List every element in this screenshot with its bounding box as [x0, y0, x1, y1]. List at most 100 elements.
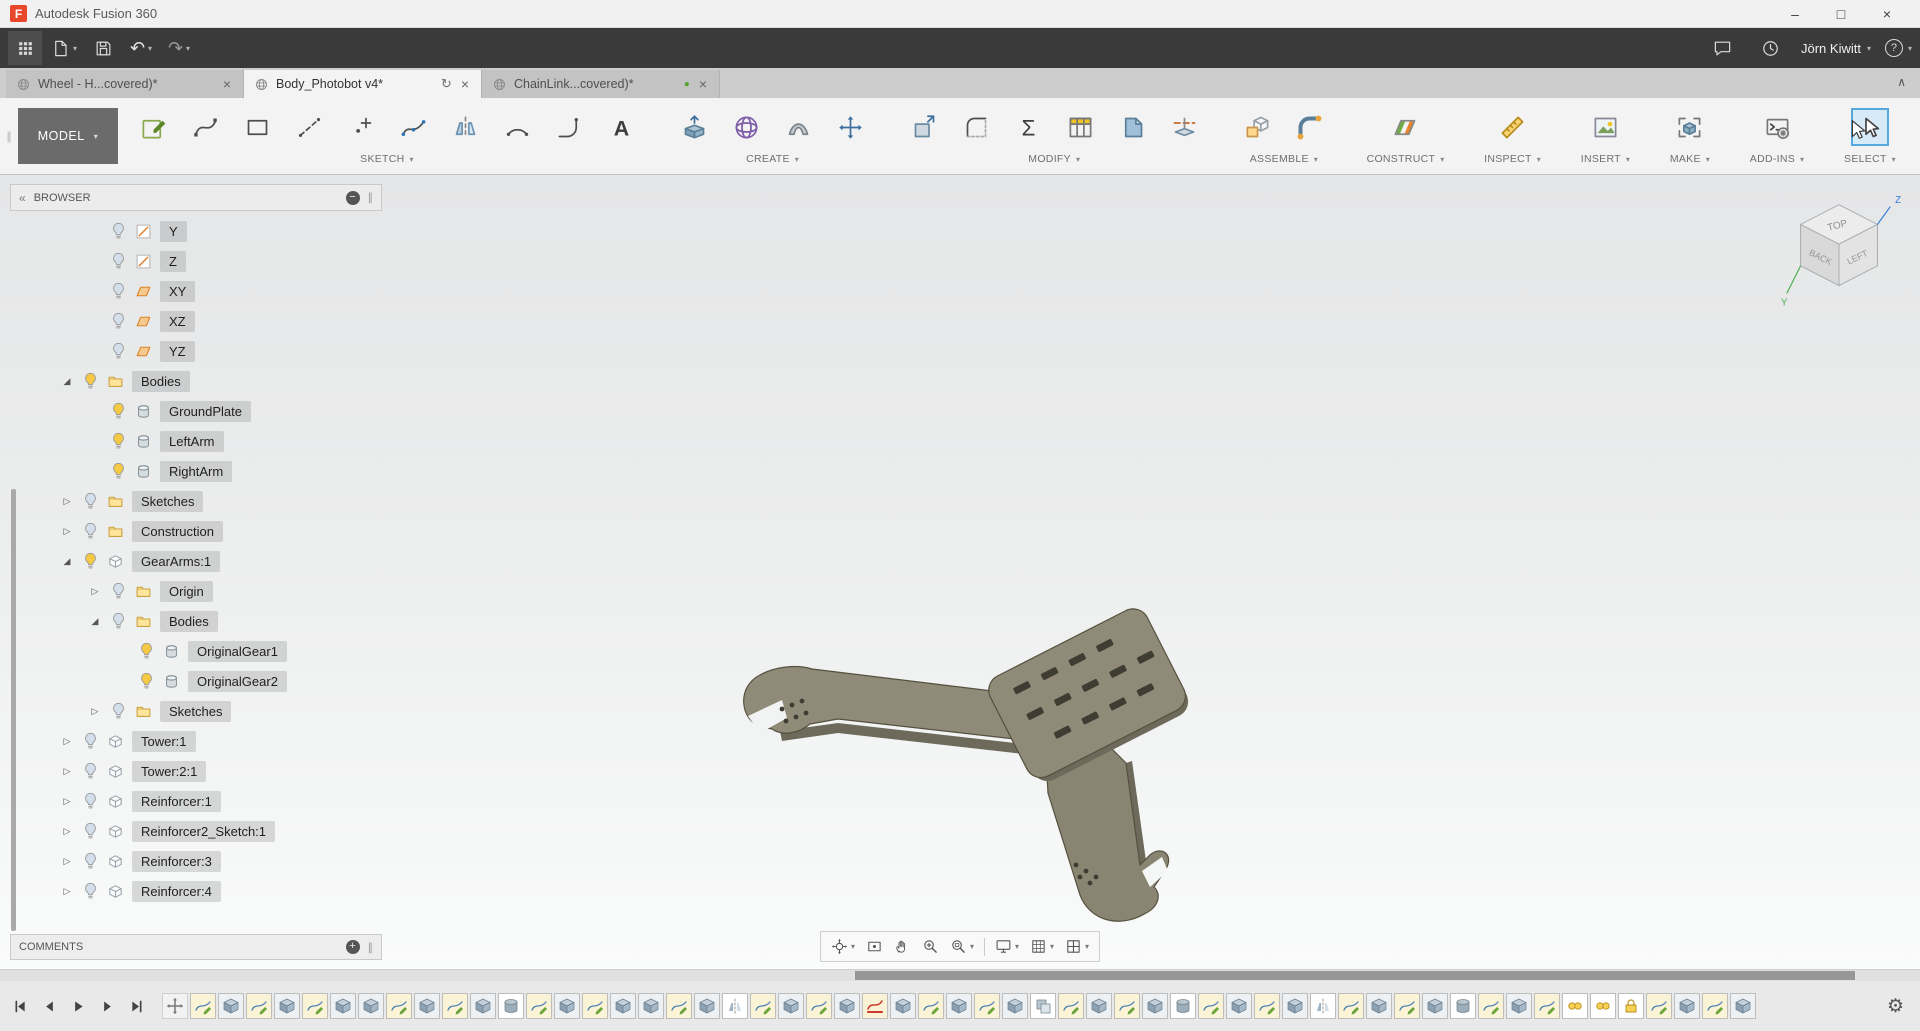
addins-scripts-button[interactable]	[1760, 110, 1794, 144]
file-button[interactable]: ▾	[46, 31, 82, 65]
visibility-bulb-icon[interactable]	[106, 312, 130, 330]
tree-row[interactable]: ▷ Reinforcer2_Sketch:1	[22, 816, 382, 846]
assemble-joint-button[interactable]	[1293, 110, 1327, 144]
visibility-bulb-icon[interactable]	[78, 762, 102, 780]
timeline-feature-extrude[interactable]	[1506, 993, 1532, 1019]
timeline-feature-extrude[interactable]	[638, 993, 664, 1019]
visibility-bulb-icon[interactable]	[78, 492, 102, 510]
visibility-bulb-icon[interactable]	[106, 462, 130, 480]
tree-row[interactable]: ▷ Sketches	[22, 696, 382, 726]
timeline-feature-mirror[interactable]	[722, 993, 748, 1019]
app-menu-grid-button[interactable]	[8, 31, 42, 65]
timeline-feature-extrude[interactable]	[694, 993, 720, 1019]
timeline-feature-sketch[interactable]	[806, 993, 832, 1019]
timeline-feature-sketch[interactable]	[1534, 993, 1560, 1019]
browser-scrollbar[interactable]	[11, 489, 16, 931]
modify-fillet-button[interactable]	[959, 110, 993, 144]
visibility-bulb-icon[interactable]	[106, 222, 130, 240]
zoom-button[interactable]	[917, 934, 944, 959]
timeline-feature-lock[interactable]	[1618, 993, 1644, 1019]
sketch-text-button[interactable]: A	[604, 110, 638, 144]
modify-split-button[interactable]	[1167, 110, 1201, 144]
timeline-feature-extrude[interactable]	[610, 993, 636, 1019]
ribbon-group-label[interactable]: SKETCH ▾	[136, 153, 638, 165]
ribbon-group-label[interactable]: CONSTRUCT ▾	[1367, 153, 1445, 165]
visibility-bulb-icon[interactable]	[106, 252, 130, 270]
ribbon-group-label[interactable]: CREATE ▾	[678, 153, 868, 165]
timeline-feature-sketch[interactable]	[526, 993, 552, 1019]
sketch-rect-button[interactable]	[240, 110, 274, 144]
tree-row[interactable]: ▷ Tower:1	[22, 726, 382, 756]
modify-parameters-button[interactable]: Σ	[1011, 110, 1045, 144]
timeline-feature-sketch[interactable]	[1338, 993, 1364, 1019]
undo-button[interactable]: ↶ ▾	[124, 31, 158, 65]
minimize-button[interactable]: –	[1772, 0, 1818, 27]
timeline-feature-extrude[interactable]	[554, 993, 580, 1019]
close-tab-icon[interactable]: ×	[459, 76, 471, 92]
timeline-feature-extrude[interactable]	[1422, 993, 1448, 1019]
pan-button[interactable]	[889, 934, 916, 959]
timeline-feature-sketch[interactable]	[246, 993, 272, 1019]
timeline-feature-sketch[interactable]	[974, 993, 1000, 1019]
timeline-feature-sketch[interactable]	[582, 993, 608, 1019]
tree-row[interactable]: XY	[22, 276, 382, 306]
timeline-feature-extrude[interactable]	[946, 993, 972, 1019]
redo-button[interactable]: ↷ ▾	[162, 31, 196, 65]
timeline-feature-extrude[interactable]	[1002, 993, 1028, 1019]
tree-row[interactable]: ◢ GearArms:1	[22, 546, 382, 576]
timeline-feature-extrude[interactable]	[1282, 993, 1308, 1019]
comment-button[interactable]	[1705, 31, 1739, 65]
close-tab-icon[interactable]: ×	[697, 76, 709, 92]
visibility-bulb-icon[interactable]	[78, 732, 102, 750]
look-at-button[interactable]	[861, 934, 888, 959]
visibility-bulb-icon[interactable]	[78, 852, 102, 870]
ribbon-group-label[interactable]: ASSEMBLE ▾	[1241, 153, 1327, 165]
create-web-button[interactable]	[782, 110, 816, 144]
sketch-create-button[interactable]	[136, 110, 170, 144]
go-to-start-button[interactable]	[8, 994, 32, 1018]
sketch-tangent-arc-button[interactable]	[552, 110, 586, 144]
modify-press-pull-button[interactable]	[907, 110, 941, 144]
timeline-feature-extrude[interactable]	[1142, 993, 1168, 1019]
tree-expand-arrow[interactable]: ◢	[56, 556, 78, 567]
visibility-bulb-icon[interactable]	[78, 792, 102, 810]
timeline-feature-extrude[interactable]	[1226, 993, 1252, 1019]
timeline-feature-extrude[interactable]	[1730, 993, 1756, 1019]
save-button[interactable]	[86, 31, 120, 65]
tree-expand-arrow[interactable]: ▷	[56, 886, 78, 897]
tree-expand-arrow[interactable]: ▷	[84, 706, 106, 717]
visibility-bulb-icon[interactable]	[106, 702, 130, 720]
timeline-feature-extrude[interactable]	[834, 993, 860, 1019]
fit-button[interactable]: ▾	[945, 934, 979, 959]
step-forward-button[interactable]	[95, 994, 119, 1018]
timeline-feature-sketch[interactable]	[1058, 993, 1084, 1019]
select-cursor-button[interactable]	[1851, 108, 1889, 146]
timeline-scrollbar[interactable]	[0, 969, 1920, 981]
tree-row[interactable]: ▷ Tower:2:1	[22, 756, 382, 786]
tree-expand-arrow[interactable]: ◢	[84, 616, 106, 627]
tree-expand-arrow[interactable]: ◢	[56, 376, 78, 387]
tree-row[interactable]: OriginalGear1	[22, 636, 382, 666]
tree-row[interactable]: GroundPlate	[22, 396, 382, 426]
sketch-spline-button[interactable]	[188, 110, 222, 144]
tree-expand-arrow[interactable]: ▷	[56, 826, 78, 837]
sketch-arc-button[interactable]	[500, 110, 534, 144]
panel-grip-icon[interactable]: ∥	[368, 191, 374, 204]
modify-chamfer-button[interactable]	[1115, 110, 1149, 144]
timeline-feature-move[interactable]	[162, 993, 188, 1019]
maximize-button[interactable]: □	[1818, 0, 1864, 27]
visibility-bulb-icon[interactable]	[78, 552, 102, 570]
timeline-feature-extrude[interactable]	[1366, 993, 1392, 1019]
timeline-feature-hole[interactable]	[1450, 993, 1476, 1019]
ribbon-group-label[interactable]: INSERT ▾	[1581, 153, 1630, 165]
timeline-feature-sketch[interactable]	[1394, 993, 1420, 1019]
timeline-feature-sketch[interactable]	[442, 993, 468, 1019]
make-3d-print-button[interactable]	[1673, 110, 1707, 144]
user-account-button[interactable]: Jörn Kiwitt ▾	[1801, 41, 1871, 56]
sketch-mirror-button[interactable]	[448, 110, 482, 144]
tree-row[interactable]: ▷ Sketches	[22, 486, 382, 516]
timeline-feature-extrude[interactable]	[890, 993, 916, 1019]
sketch-point-button[interactable]	[344, 110, 378, 144]
tree-expand-arrow[interactable]: ▷	[56, 496, 78, 507]
visibility-bulb-icon[interactable]	[106, 612, 130, 630]
